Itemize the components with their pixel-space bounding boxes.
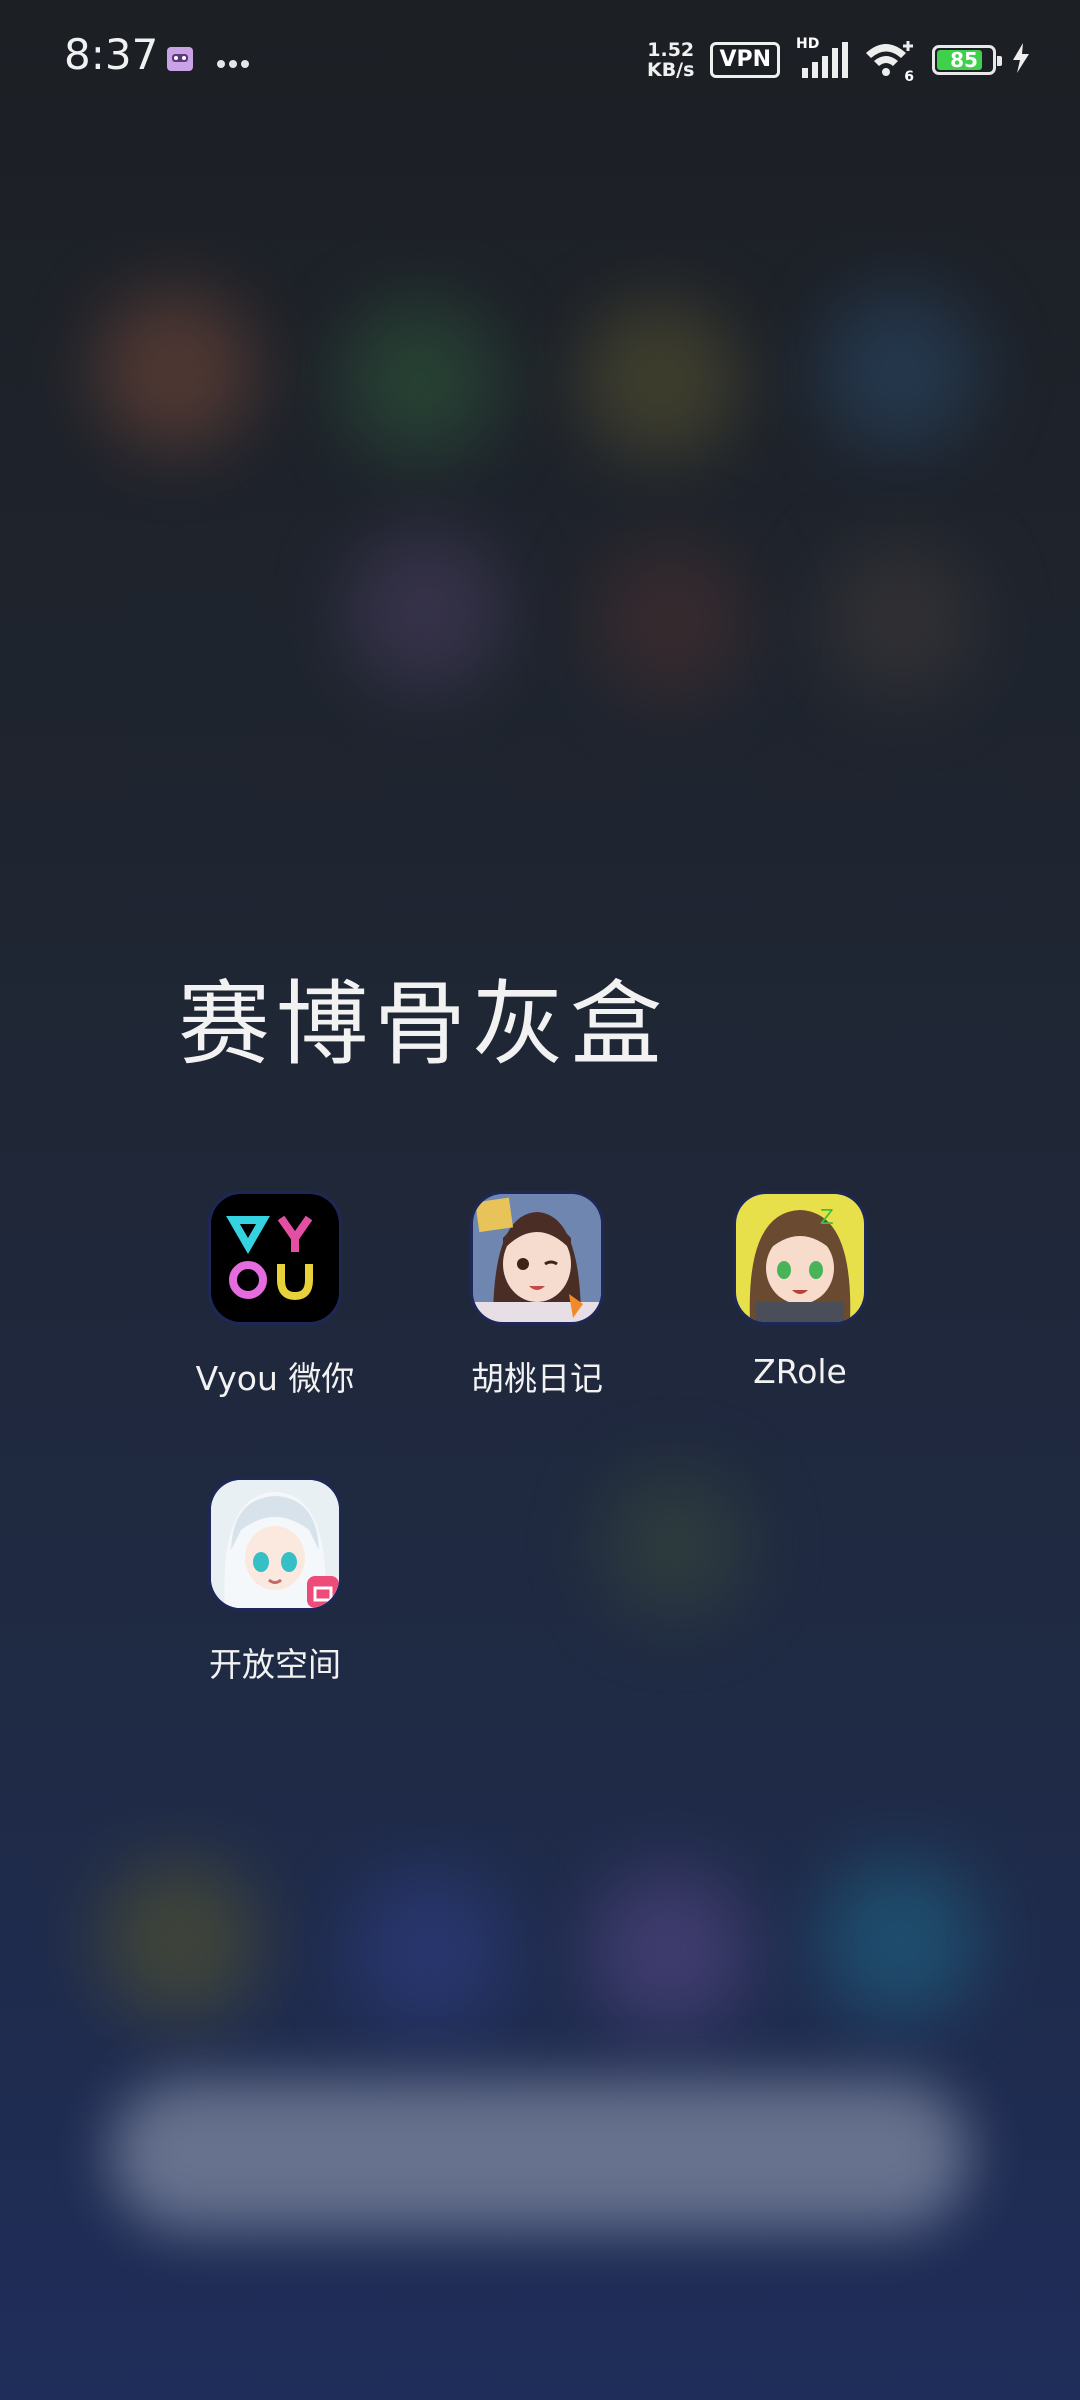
app-label: ZRole [753,1352,847,1391]
signal-icon: HD [796,36,848,80]
status-bar: 8:37 1.52 KB/s VPN HD 6 85 [0,0,1080,120]
hutao-diary-app-icon[interactable] [473,1194,601,1322]
status-time: 8:37 [64,30,159,79]
app-hutao-diary[interactable]: 胡桃日记 [427,1194,647,1400]
status-right-group: 1.52 KB/s VPN HD 6 85 [647,34,1030,86]
battery-level: 85 [950,48,978,72]
app-open-space[interactable]: 开放空间 [165,1480,385,1686]
vpn-badge: VPN [710,42,780,78]
dock-blur [110,2080,970,2230]
open-space-app-icon[interactable] [211,1480,339,1608]
wifi-badge: 6 [904,69,914,85]
app-label: 胡桃日记 [471,1359,603,1398]
app-vyou[interactable]: Vyou 微你 [165,1194,385,1400]
net-speed-value: 1.52 [647,39,695,61]
net-speed-unit: KB/s [646,59,695,81]
charging-icon [1012,43,1030,77]
app-label: 开放空间 [209,1645,341,1684]
app-label: Vyou 微你 [195,1359,355,1398]
vyou-app-icon[interactable] [211,1194,339,1322]
net-speed: 1.52 KB/s [647,40,694,80]
svg-text:Z: Z [820,1205,834,1229]
app-zrole[interactable]: Z ZRole [690,1194,910,1391]
folder-title[interactable]: 赛博骨灰盒 [178,950,668,1083]
more-dots-icon [216,54,250,73]
zrole-app-icon[interactable]: Z [736,1194,864,1322]
notification-app-icon [166,46,194,76]
wifi-icon: 6 [864,39,916,85]
battery-icon: 85 [932,45,1002,75]
